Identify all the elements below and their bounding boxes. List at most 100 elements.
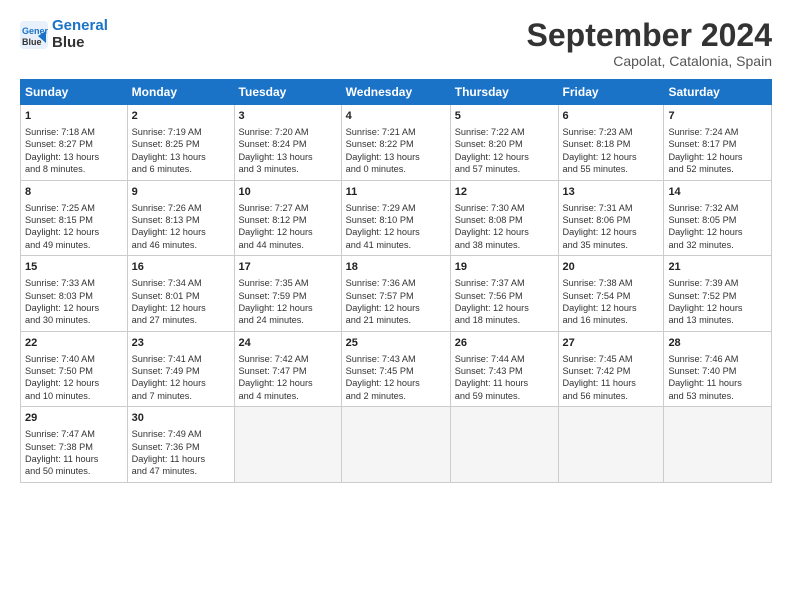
day-info: Sunrise: 7:39 AMSunset: 7:52 PMDaylight:… — [668, 277, 767, 327]
day-number: 22 — [25, 336, 123, 351]
logo-icon: General Blue — [20, 21, 48, 49]
logo-blue: Blue — [52, 34, 85, 51]
day-number: 13 — [563, 185, 660, 200]
day-number: 7 — [668, 109, 767, 124]
table-row: 20 Sunrise: 7:38 AMSunset: 7:54 PMDayligh… — [558, 256, 664, 332]
col-tuesday: Tuesday — [234, 80, 341, 105]
day-number: 10 — [239, 185, 337, 200]
day-info: Sunrise: 7:41 AMSunset: 7:49 PMDaylight:… — [132, 353, 230, 403]
day-number: 15 — [25, 260, 123, 275]
table-row: 2 Sunrise: 7:19 AMSunset: 8:25 PMDaylight… — [127, 105, 234, 181]
day-number: 26 — [455, 336, 554, 351]
day-number: 28 — [668, 336, 767, 351]
col-saturday: Saturday — [664, 80, 772, 105]
logo: General Blue General Blue — [20, 18, 108, 51]
table-row — [558, 407, 664, 483]
table-row: 18Sunrise: 7:36 AMSunset: 7:57 PMDayligh… — [341, 256, 450, 332]
table-row: 29 Sunrise: 7:47 AMSunset: 7:38 PMDayligh… — [21, 407, 128, 483]
day-info: Sunrise: 7:38 AMSunset: 7:54 PMDaylight:… — [563, 277, 660, 327]
day-number: 20 — [563, 260, 660, 275]
table-row: 21 Sunrise: 7:39 AMSunset: 7:52 PMDayligh… — [664, 256, 772, 332]
table-row: 25 Sunrise: 7:43 AMSunset: 7:45 PMDayligh… — [341, 331, 450, 407]
day-number: 21 — [668, 260, 767, 275]
day-info: Sunrise: 7:22 AMSunset: 8:20 PMDaylight:… — [455, 126, 554, 176]
day-info: Sunrise: 7:25 AMSunset: 8:15 PMDaylight:… — [25, 202, 123, 252]
day-number: 12 — [455, 185, 554, 200]
table-row: 22 Sunrise: 7:40 AMSunset: 7:50 PMDayligh… — [21, 331, 128, 407]
table-row: 7 Sunrise: 7:24 AMSunset: 8:17 PMDaylight… — [664, 105, 772, 181]
table-row: 24Sunrise: 7:42 AMSunset: 7:47 PMDayligh… — [234, 331, 341, 407]
day-info: Sunrise: 7:42 AMSunset: 7:47 PMDaylight:… — [239, 353, 337, 403]
day-info: Sunrise: 7:31 AMSunset: 8:06 PMDaylight:… — [563, 202, 660, 252]
table-row — [664, 407, 772, 483]
table-row: 5 Sunrise: 7:22 AMSunset: 8:20 PMDaylight… — [450, 105, 558, 181]
day-number: 27 — [563, 336, 660, 351]
table-row: 13 Sunrise: 7:31 AMSunset: 8:06 PMDayligh… — [558, 180, 664, 256]
day-number: 25 — [346, 336, 446, 351]
table-row: 26 Sunrise: 7:44 AMSunset: 7:43 PMDayligh… — [450, 331, 558, 407]
day-number: 19 — [455, 260, 554, 275]
day-number: 1 — [25, 109, 123, 124]
day-info: Sunrise: 7:27 AMSunset: 8:12 PMDaylight:… — [239, 202, 337, 252]
day-info: Sunrise: 7:40 AMSunset: 7:50 PMDaylight:… — [25, 353, 123, 403]
table-row — [234, 407, 341, 483]
day-number: 2 — [132, 109, 230, 124]
calendar-header-row: Sunday Monday Tuesday Wednesday Thursday… — [21, 80, 772, 105]
day-number: 16 — [132, 260, 230, 275]
day-info: Sunrise: 7:35 AMSunset: 7:59 PMDaylight:… — [239, 277, 337, 327]
col-wednesday: Wednesday — [341, 80, 450, 105]
day-info: Sunrise: 7:49 AMSunset: 7:36 PMDaylight:… — [132, 428, 230, 478]
day-info: Sunrise: 7:23 AMSunset: 8:18 PMDaylight:… — [563, 126, 660, 176]
day-number: 17 — [239, 260, 337, 275]
table-row — [450, 407, 558, 483]
day-number: 9 — [132, 185, 230, 200]
day-info: Sunrise: 7:29 AMSunset: 8:10 PMDaylight:… — [346, 202, 446, 252]
svg-text:Blue: Blue — [22, 37, 42, 47]
day-number: 4 — [346, 109, 446, 124]
day-number: 14 — [668, 185, 767, 200]
title-block: September 2024 Capolat, Catalonia, Spain — [527, 18, 772, 69]
day-number: 5 — [455, 109, 554, 124]
logo-general: General — [52, 17, 108, 34]
header: General Blue General Blue September 2024… — [20, 18, 772, 69]
table-row: 12 Sunrise: 7:30 AMSunset: 8:08 PMDayligh… — [450, 180, 558, 256]
col-sunday: Sunday — [21, 80, 128, 105]
table-row: 27 Sunrise: 7:45 AMSunset: 7:42 PMDayligh… — [558, 331, 664, 407]
day-number: 11 — [346, 185, 446, 200]
day-info: Sunrise: 7:44 AMSunset: 7:43 PMDaylight:… — [455, 353, 554, 403]
day-info: Sunrise: 7:43 AMSunset: 7:45 PMDaylight:… — [346, 353, 446, 403]
day-info: Sunrise: 7:36 AMSunset: 7:57 PMDaylight:… — [346, 277, 446, 327]
day-info: Sunrise: 7:19 AMSunset: 8:25 PMDaylight:… — [132, 126, 230, 176]
table-row: 14 Sunrise: 7:32 AMSunset: 8:05 PMDayligh… — [664, 180, 772, 256]
table-row: 23Sunrise: 7:41 AMSunset: 7:49 PMDayligh… — [127, 331, 234, 407]
calendar-week-row: 8 Sunrise: 7:25 AMSunset: 8:15 PMDaylight… — [21, 180, 772, 256]
day-number: 29 — [25, 411, 123, 426]
day-info: Sunrise: 7:45 AMSunset: 7:42 PMDaylight:… — [563, 353, 660, 403]
day-info: Sunrise: 7:37 AMSunset: 7:56 PMDaylight:… — [455, 277, 554, 327]
day-number: 8 — [25, 185, 123, 200]
month-title: September 2024 — [527, 18, 772, 53]
day-info: Sunrise: 7:24 AMSunset: 8:17 PMDaylight:… — [668, 126, 767, 176]
location: Capolat, Catalonia, Spain — [527, 53, 772, 69]
table-row: 11 Sunrise: 7:29 AMSunset: 8:10 PMDayligh… — [341, 180, 450, 256]
day-info: Sunrise: 7:32 AMSunset: 8:05 PMDaylight:… — [668, 202, 767, 252]
calendar-week-row: 15 Sunrise: 7:33 AMSunset: 8:03 PMDayligh… — [21, 256, 772, 332]
table-row: 28 Sunrise: 7:46 AMSunset: 7:40 PMDayligh… — [664, 331, 772, 407]
page: General Blue General Blue September 2024… — [0, 0, 792, 612]
day-number: 3 — [239, 109, 337, 124]
calendar-week-row: 1Sunrise: 7:18 AMSunset: 8:27 PMDaylight… — [21, 105, 772, 181]
day-info: Sunrise: 7:46 AMSunset: 7:40 PMDaylight:… — [668, 353, 767, 403]
day-info: Sunrise: 7:30 AMSunset: 8:08 PMDaylight:… — [455, 202, 554, 252]
col-friday: Friday — [558, 80, 664, 105]
table-row: 10 Sunrise: 7:27 AMSunset: 8:12 PMDayligh… — [234, 180, 341, 256]
table-row: 17 Sunrise: 7:35 AMSunset: 7:59 PMDayligh… — [234, 256, 341, 332]
table-row: 15 Sunrise: 7:33 AMSunset: 8:03 PMDayligh… — [21, 256, 128, 332]
table-row: 19 Sunrise: 7:37 AMSunset: 7:56 PMDayligh… — [450, 256, 558, 332]
day-info: Sunrise: 7:33 AMSunset: 8:03 PMDaylight:… — [25, 277, 123, 327]
day-info: Sunrise: 7:47 AMSunset: 7:38 PMDaylight:… — [25, 428, 123, 478]
table-row — [341, 407, 450, 483]
day-info: Sunrise: 7:34 AMSunset: 8:01 PMDaylight:… — [132, 277, 230, 327]
day-info: Sunrise: 7:26 AMSunset: 8:13 PMDaylight:… — [132, 202, 230, 252]
calendar-week-row: 22 Sunrise: 7:40 AMSunset: 7:50 PMDayligh… — [21, 331, 772, 407]
day-number: 6 — [563, 109, 660, 124]
